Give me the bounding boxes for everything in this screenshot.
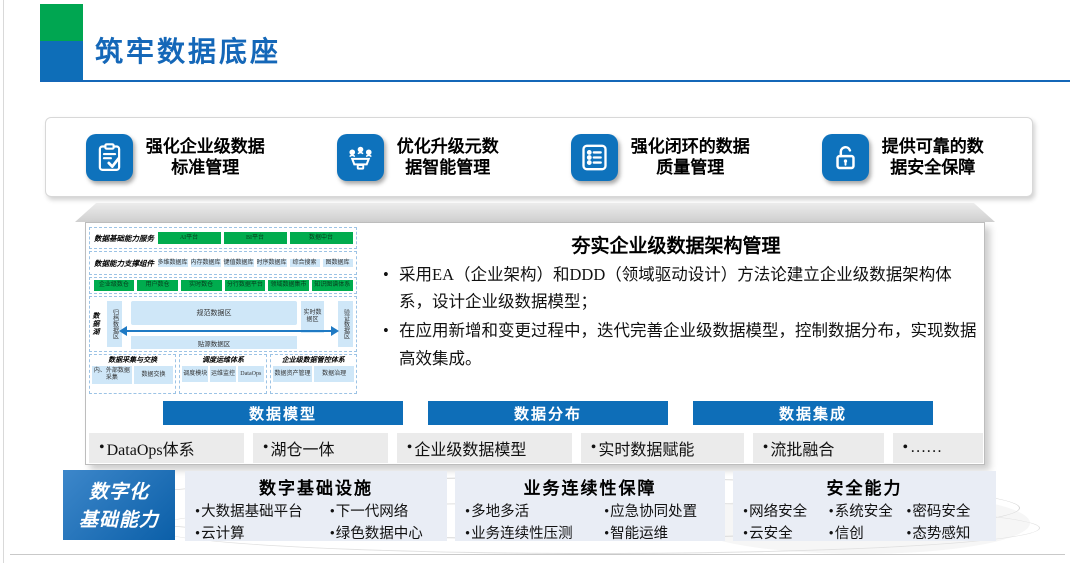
keyword-pill: …… xyxy=(892,433,984,463)
component-box: 图数据库 xyxy=(322,258,353,268)
verify-zone: 验证数据区 xyxy=(338,301,353,347)
capability-label: 提供可靠的数 据安全保障 xyxy=(881,136,984,177)
foundation-item: 绿色数据中心 xyxy=(330,524,437,545)
architecture-panel: 数据基础能力服务 AI平台 BI平台 数据中台 数据能力支撑组件 多维数据库 内… xyxy=(85,222,985,465)
keyword-pill-row: DataOps体系 湖仓一体 企业级数据模型 实时数据赋能 流批融合 …… xyxy=(89,433,984,463)
archive-zone: 归档数据区 xyxy=(107,301,122,347)
diagram-components-row: 数据能力支撑组件 多维数据库 内存数据库 键值数据库 时序数据库 综合搜索 图数… xyxy=(89,251,357,275)
foundation-item: 多地多活 xyxy=(465,502,598,523)
warehouse-box: 领域数据集市 xyxy=(268,280,309,291)
foundation-item: 密码安全 xyxy=(906,502,986,523)
page-title: 筑牢数据底座 xyxy=(95,37,282,68)
component-box: 综合搜索 xyxy=(289,258,320,268)
slide-bottom-edge xyxy=(10,554,1065,555)
digital-foundation-label: 数字化 基础能力 xyxy=(63,470,175,540)
diagram-warehouses-row: 企业级数仓 用户数仓 实时数仓 分行数据平台 领域数据集市 知识图谱体系 xyxy=(89,277,357,294)
capability-item-metadata: 优化升级元数 据智能管理 xyxy=(297,133,540,181)
section-bar-data-integration: 数据集成 xyxy=(693,401,933,425)
governance-box: 内、外部数据采集 xyxy=(92,366,132,384)
governance-box: 数据交换 xyxy=(133,366,174,384)
foundation-item: 态势感知 xyxy=(906,524,986,545)
foundation-item: 系统安全 xyxy=(829,502,901,523)
governance-group: 调度运维体系 调度模块 运维监控 DataOps xyxy=(179,354,267,394)
components-label: 数据能力支撑组件 xyxy=(94,258,154,268)
architecture-bullet-list: 采用EA（企业架构）和DDD（领域驱动设计）方法论建立企业级数据架构体系，设计企… xyxy=(381,261,981,374)
foundation-panel-continuity: 业务连续性保障 多地多活 应急协同处置 业务连续性压测 智能运维 xyxy=(455,471,725,542)
foundation-item: 应急协同处置 xyxy=(604,502,715,523)
keyword-pill: 湖仓一体 xyxy=(252,433,388,463)
keyword-pill: 企业级数据模型 xyxy=(396,433,572,463)
warehouse-box: 分行数据平台 xyxy=(224,280,266,291)
panel-3d-edge xyxy=(75,203,995,222)
capability-item-quality: 强化闭环的数据 质量管理 xyxy=(539,133,782,181)
foundation-item: 智能运维 xyxy=(604,524,715,545)
component-box: 时序数据库 xyxy=(256,258,287,268)
governance-box: DataOps xyxy=(237,366,264,383)
decorative-blue-square xyxy=(40,41,83,80)
data-flow-arrow xyxy=(119,325,339,336)
capability-item-standards: 强化企业级数据 标准管理 xyxy=(54,133,297,181)
decorative-green-square xyxy=(40,4,83,41)
capability-item-security: 提供可靠的数 据安全保障 xyxy=(782,133,1025,181)
source-zone: 贴源数据区 xyxy=(131,336,297,349)
section-bar-data-distribution: 数据分布 xyxy=(428,401,668,425)
diagram-services-row: 数据基础能力服务 AI平台 BI平台 数据中台 xyxy=(89,227,357,249)
architecture-bullet: 采用EA（企业架构）和DDD（领域驱动设计）方法论建立企业级数据架构体系，设计企… xyxy=(381,261,981,315)
realtime-zone: 实时数据区 xyxy=(301,301,324,333)
platform-diagram: 数据基础能力服务 AI平台 BI平台 数据中台 数据能力支撑组件 多维数据库 内… xyxy=(89,227,357,399)
section-bar-data-model: 数据模型 xyxy=(163,401,403,425)
warehouse-box: 企业级数仓 xyxy=(93,280,135,291)
services-label: 数据基础能力服务 xyxy=(94,233,154,243)
component-box: 内存数据库 xyxy=(190,258,221,268)
foundation-panel-security: 安全能力 网络安全 系统安全 密码安全 云安全 信创 态势感知 xyxy=(733,471,996,542)
diagram-governance-row: 数据采集与交换 内、外部数据采集 数据交换 调度运维体系 调度模块 运维监控 D… xyxy=(89,354,357,394)
foundation-item: 下一代网络 xyxy=(330,502,437,523)
checklist-icon xyxy=(570,133,618,181)
capability-label: 优化升级元数 据智能管理 xyxy=(396,136,499,177)
clipboard-check-icon xyxy=(85,133,133,181)
capability-label: 强化企业级数据 标准管理 xyxy=(145,136,265,177)
capability-bar: 强化企业级数据 标准管理 优化升级元数 据智能管理 强化闭环的数据 质量管理 提… xyxy=(45,117,1033,197)
architecture-bullet: 在应用新增和变更过程中，迭代完善企业级数据模型，控制数据分布，实现数据高效集成。 xyxy=(381,317,981,371)
foundation-item: 网络安全 xyxy=(743,502,823,523)
meeting-icon xyxy=(336,133,384,181)
service-box: 数据中台 xyxy=(289,231,353,245)
governance-box: 数据治理 xyxy=(314,366,354,383)
foundation-panel-infrastructure: 数字基础设施 大数据基础平台 下一代网络 云计算 绿色数据中心 xyxy=(185,471,447,542)
keyword-pill: 流批融合 xyxy=(752,433,884,463)
warehouse-box: 实时数仓 xyxy=(180,280,222,291)
governance-group: 数据采集与交换 内、外部数据采集 数据交换 xyxy=(89,354,177,394)
foundation-item: 大数据基础平台 xyxy=(195,502,324,523)
service-box: BI平台 xyxy=(223,231,287,245)
diagram-data-lake: 数据湖 归档数据区 规范数据区 贴源数据区 实时数据区 验证数据区 xyxy=(89,296,357,352)
keyword-pill: DataOps体系 xyxy=(89,433,244,463)
foundation-item: 云计算 xyxy=(195,524,324,545)
foundation-item: 信创 xyxy=(829,524,901,545)
warehouse-box: 用户数仓 xyxy=(137,280,178,291)
architecture-section-title: 夯实企业级数据架构管理 xyxy=(571,236,781,257)
data-lake-label: 数据湖 xyxy=(92,312,100,336)
capability-label: 强化闭环的数据 质量管理 xyxy=(630,136,750,177)
governance-box: 数据资产管理 xyxy=(272,366,313,383)
component-box: 键值数据库 xyxy=(223,258,254,268)
governance-box: 运维监控 xyxy=(210,366,236,383)
foundation-item: 云安全 xyxy=(743,524,823,545)
keyword-pill: 实时数据赋能 xyxy=(580,433,744,463)
warehouse-box: 知识图谱体系 xyxy=(311,280,353,291)
slide-left-edge xyxy=(3,0,4,563)
standard-zone: 规范数据区 xyxy=(131,301,297,325)
title-underline xyxy=(40,80,1070,82)
lock-icon xyxy=(821,133,869,181)
foundation-item: 业务连续性压测 xyxy=(465,524,598,545)
governance-box: 调度模块 xyxy=(182,366,209,383)
component-box: 多维数据库 xyxy=(157,258,188,268)
governance-group: 企业级数据管控体系 数据资产管理 数据治理 xyxy=(269,354,357,394)
service-box: AI平台 xyxy=(157,231,221,245)
